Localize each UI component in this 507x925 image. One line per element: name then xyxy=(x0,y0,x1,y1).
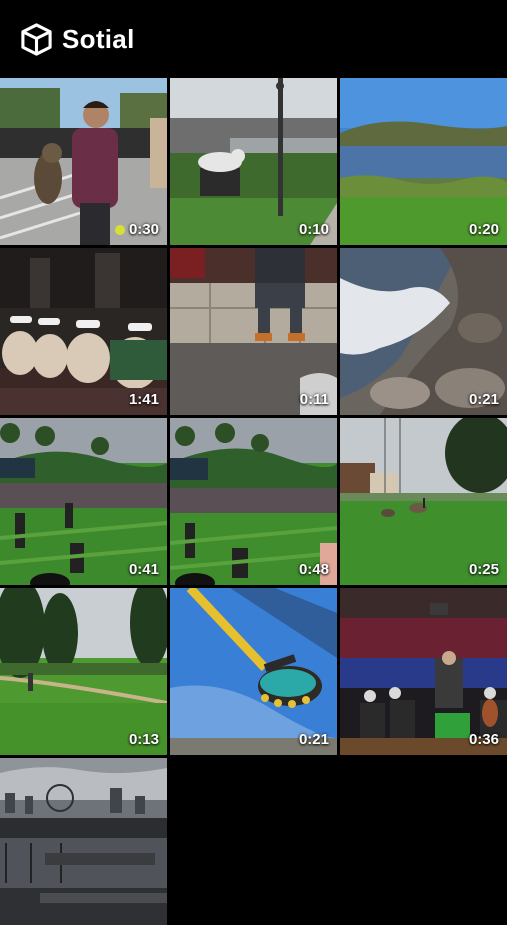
video-thumbnail[interactable]: 0:11 xyxy=(170,248,337,415)
video-thumbnail[interactable]: 0:20 xyxy=(340,78,507,245)
thumbnail-image xyxy=(0,248,167,415)
video-thumbnail[interactable]: 0:21 xyxy=(170,588,337,755)
video-thumbnail[interactable]: 0:10 xyxy=(170,78,337,245)
video-duration: 0:20 xyxy=(468,221,499,238)
video-thumbnail[interactable]: 0:30 xyxy=(0,78,167,245)
video-thumbnail[interactable]: 0:21 xyxy=(340,248,507,415)
video-duration: 0:48 xyxy=(298,561,329,578)
video-duration: 0:13 xyxy=(128,731,159,748)
thumbnail-image xyxy=(170,418,337,585)
thumbnail-image xyxy=(0,418,167,585)
video-duration: 0:25 xyxy=(468,561,499,578)
video-duration: 0:10 xyxy=(298,221,329,238)
video-duration: 1:41 xyxy=(128,391,159,408)
video-thumbnail[interactable]: 1:41 xyxy=(0,248,167,415)
video-duration: 0:36 xyxy=(468,731,499,748)
video-thumbnail[interactable]: 0:25 xyxy=(340,418,507,585)
video-duration: 0:41 xyxy=(128,561,159,578)
thumbnail-image xyxy=(170,78,337,245)
video-duration: 0:21 xyxy=(298,731,329,748)
app-header: Sotial xyxy=(0,0,507,78)
video-duration: 0:11 xyxy=(299,391,329,408)
video-duration: 0:21 xyxy=(468,391,499,408)
thumbnail-image xyxy=(340,588,507,755)
thumbnail-image xyxy=(340,418,507,585)
thumbnail-image xyxy=(0,78,167,245)
thumbnail-image xyxy=(170,248,337,415)
video-thumbnail[interactable]: 0:36 xyxy=(340,588,507,755)
thumbnail-image xyxy=(170,588,337,755)
video-thumbnail[interactable]: 0:48 xyxy=(170,418,337,585)
video-grid: 0:30 0:10 0:20 1:41 0:11 0:21 0:41 0:48 … xyxy=(0,78,507,925)
video-thumbnail[interactable]: 0:13 xyxy=(0,588,167,755)
thumbnail-image xyxy=(340,78,507,245)
video-thumbnail[interactable]: 0:41 xyxy=(0,418,167,585)
app-title: Sotial xyxy=(62,23,135,54)
cube-icon[interactable] xyxy=(20,22,53,56)
video-duration: 0:30 xyxy=(128,221,159,238)
thumbnail-image xyxy=(0,588,167,755)
thumbnail-image xyxy=(340,248,507,415)
